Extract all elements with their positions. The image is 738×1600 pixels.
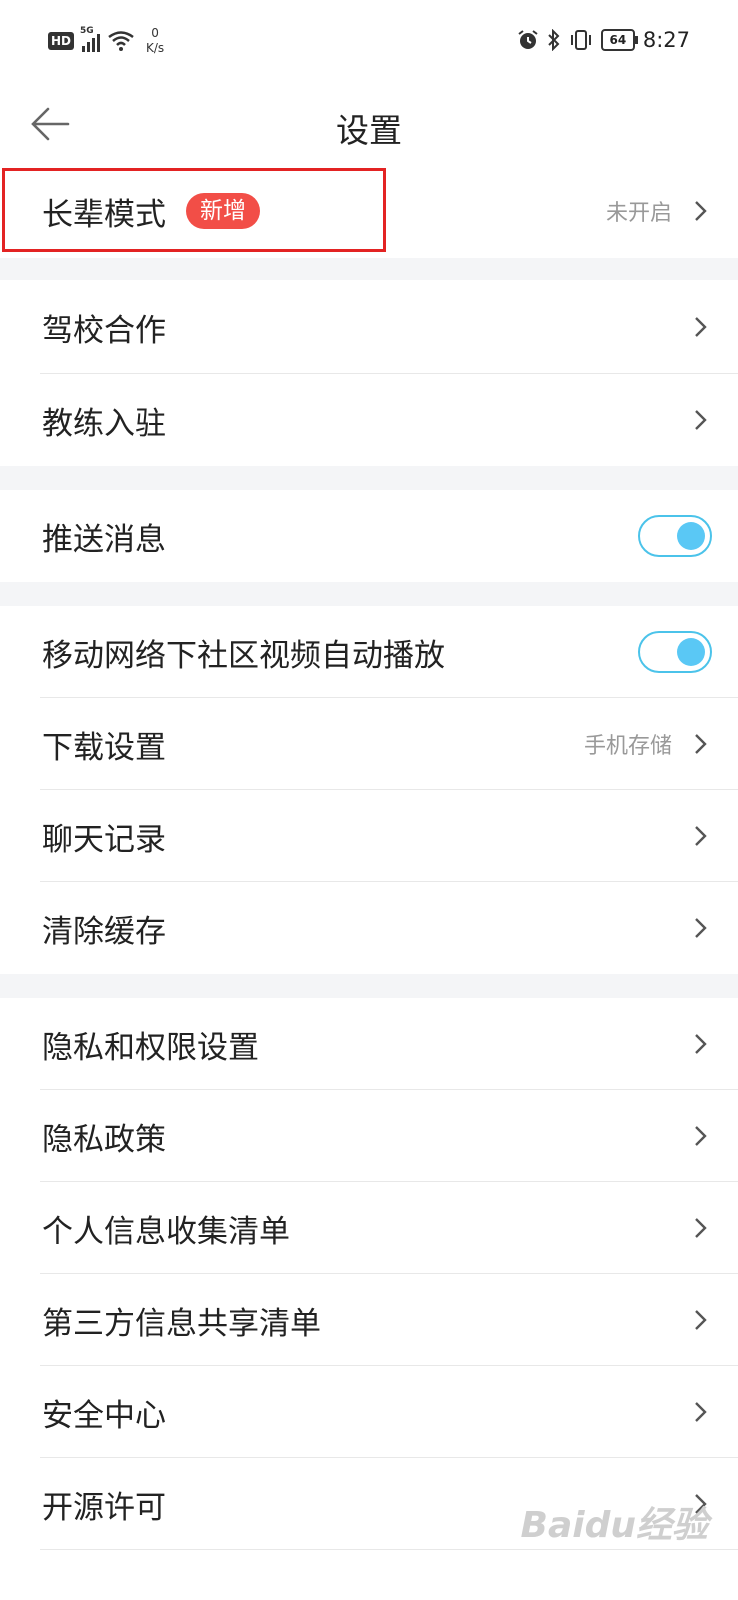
setting-value: 未开启 xyxy=(605,201,672,226)
toggle-knob xyxy=(677,638,705,666)
clock: 8:27 xyxy=(642,28,690,52)
chevron-right-icon xyxy=(695,410,707,430)
setting-label: 第三方信息共享清单 xyxy=(42,1305,321,1342)
chevron-right-icon xyxy=(695,826,707,846)
setting-label: 推送消息 xyxy=(42,521,166,558)
section-gap xyxy=(0,974,738,998)
setting-personal-info-list[interactable]: 个人信息收集清单 xyxy=(0,1182,738,1274)
setting-download[interactable]: 下载设置 手机存储 xyxy=(0,698,738,790)
chevron-right-icon xyxy=(695,1218,707,1238)
setting-driving-school[interactable]: 驾校合作 xyxy=(0,280,738,374)
chevron-right-icon xyxy=(695,1034,707,1054)
divider xyxy=(40,1549,738,1550)
setting-label: 开源许可 xyxy=(42,1489,166,1526)
wifi-icon xyxy=(108,31,134,51)
chevron-right-icon xyxy=(695,317,707,337)
signal-icon: 5G xyxy=(80,26,101,52)
setting-security-center[interactable]: 安全中心 xyxy=(0,1366,738,1458)
page-title: 设置 xyxy=(336,111,402,150)
setting-privacy-permissions[interactable]: 隐私和权限设置 xyxy=(0,998,738,1090)
section-gap xyxy=(0,582,738,606)
chevron-right-icon xyxy=(695,918,707,938)
speed-unit: K/s xyxy=(146,41,165,55)
setting-label: 安全中心 xyxy=(42,1397,166,1434)
setting-label: 驾校合作 xyxy=(42,312,166,349)
watermark: Baidu经验 xyxy=(520,1505,708,1546)
status-left: HD 5G 0 K/s xyxy=(48,26,164,56)
setting-label: 个人信息收集清单 xyxy=(42,1213,290,1250)
setting-label: 隐私和权限设置 xyxy=(42,1029,259,1066)
chevron-right-icon xyxy=(695,1402,707,1422)
status-right: 64 8:27 xyxy=(517,28,690,52)
chevron-right-icon xyxy=(695,734,707,754)
setting-label: 教练入驻 xyxy=(42,405,166,442)
push-toggle[interactable] xyxy=(638,515,712,557)
battery-icon: 64 xyxy=(600,29,638,51)
setting-push-messages: 推送消息 xyxy=(0,490,738,582)
title-bar: 设置 xyxy=(0,84,738,164)
highlight-box xyxy=(2,168,386,252)
speed-value: 0 xyxy=(151,26,159,40)
alarm-icon xyxy=(518,30,538,49)
network-type: 5G xyxy=(80,26,94,36)
setting-label: 清除缓存 xyxy=(42,913,166,950)
status-bar: HD 5G 0 K/s 64 8:27 xyxy=(0,0,738,84)
setting-autoplay-video: 移动网络下社区视频自动播放 xyxy=(0,606,738,698)
setting-third-party-list[interactable]: 第三方信息共享清单 xyxy=(0,1274,738,1366)
toggle-knob xyxy=(677,522,705,550)
setting-value: 手机存储 xyxy=(583,734,672,759)
setting-chat-history[interactable]: 聊天记录 xyxy=(0,790,738,882)
hd-icon: HD xyxy=(48,32,75,50)
chevron-right-icon xyxy=(695,1126,707,1146)
section-gap xyxy=(0,466,738,490)
section-gap xyxy=(0,258,738,280)
setting-label: 隐私政策 xyxy=(42,1121,166,1158)
chevron-right-icon xyxy=(695,1310,707,1330)
vibrate-icon xyxy=(570,30,591,50)
network-speed: 0 K/s xyxy=(146,26,164,56)
chevron-right-icon xyxy=(695,201,707,221)
setting-label: 聊天记录 xyxy=(42,821,166,858)
bluetooth-icon xyxy=(548,29,560,51)
autoplay-toggle[interactable] xyxy=(638,631,712,673)
setting-label: 移动网络下社区视频自动播放 xyxy=(42,637,445,674)
setting-clear-cache[interactable]: 清除缓存 xyxy=(0,882,738,974)
setting-label: 下载设置 xyxy=(42,729,166,766)
setting-privacy-policy[interactable]: 隐私政策 xyxy=(0,1090,738,1182)
setting-coach-join[interactable]: 教练入驻 xyxy=(0,374,738,466)
